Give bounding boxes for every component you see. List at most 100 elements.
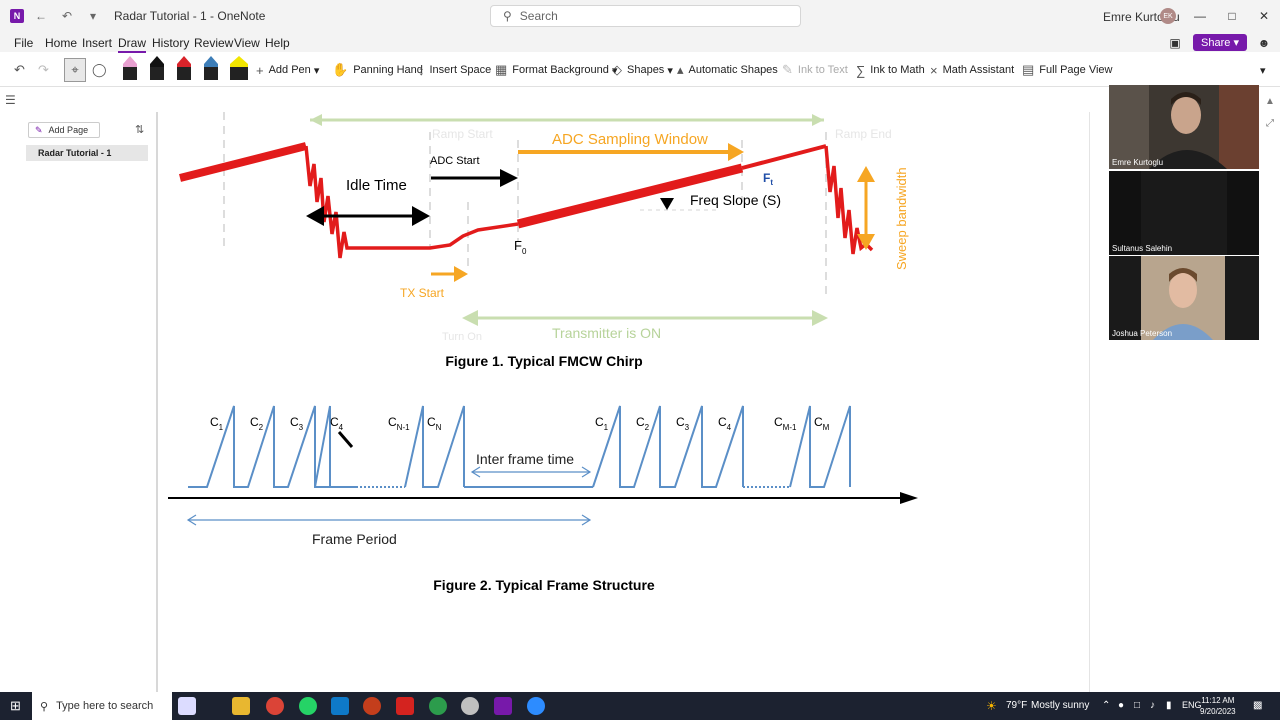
weather-temp[interactable]: 79°F [1006,700,1027,711]
powerpoint-icon[interactable] [363,697,381,715]
pen-pink[interactable] [123,56,137,80]
menu-view[interactable]: View [234,36,260,50]
participant-video[interactable]: Emre Kurtoglu [1109,85,1259,169]
menu-file[interactable]: File [14,36,33,50]
ink-to-math-button[interactable]: ∑ Ink to Math [856,60,925,80]
video-background [1219,85,1259,169]
chirp-label-sub: N [436,423,442,432]
turn-on-label: Turn On [442,331,482,343]
panning-hand-label: Panning Hand [353,64,423,76]
search-input[interactable]: ⚲ Search [490,5,801,27]
maximize-icon[interactable]: □ [1224,8,1240,24]
figures-svg: Ramp Start Ramp End ADC Sampling Window … [168,112,918,593]
redo-button[interactable]: ↷ [38,60,54,80]
lasso-select-button[interactable]: ⌖ [64,58,86,82]
window-title: Radar Tutorial - 1 - OneNote [114,9,266,23]
sort-icon[interactable]: ⇅ [135,123,144,136]
chirp-label: C1 [595,415,609,432]
chirp-label-sub: 2 [259,423,264,432]
cortana-icon[interactable] [178,697,196,715]
insert-space-button[interactable]: ↕ Insert Space [418,60,491,80]
browser-icon[interactable] [429,697,447,715]
pen-blue[interactable] [204,56,218,80]
notifications-icon[interactable]: ▩ [1253,700,1262,711]
whatsapp-icon[interactable] [299,697,317,715]
menu-draw[interactable]: Draw [118,36,147,53]
avatar[interactable]: EK [1160,8,1176,24]
minimize-icon[interactable]: — [1192,8,1208,24]
format-background-label: Format Background [512,64,609,76]
quick-access-dropdown-icon[interactable]: ▾ [84,7,102,25]
chirp-label: C4 [330,415,344,432]
acrobat-icon[interactable] [396,697,414,715]
participant-video[interactable]: Sultanus Salehin [1109,171,1259,255]
menu-review[interactable]: Review [194,36,233,50]
pen-cursor-icon [337,431,354,448]
chirp-label-c: C [676,415,685,429]
format-background-button[interactable]: ▦ Format Background ▾ [495,60,617,80]
chirp-label-sub: 3 [685,423,690,432]
undo-icon[interactable]: ↶ [58,7,76,25]
volume-icon[interactable]: ♪ [1150,700,1155,711]
note-canvas[interactable]: Ramp Start Ramp End ADC Sampling Window … [160,112,1090,692]
taskbar-search-input[interactable]: ⚲ Type here to search [32,692,172,720]
close-icon[interactable]: ✕ [1256,8,1272,24]
page-item[interactable]: Radar Tutorial - 1 [26,145,148,161]
eraser-button[interactable]: ◯ [92,60,112,80]
adc-sampling-window-label: ADC Sampling Window [552,131,708,148]
add-pen-button[interactable]: + Add Pen ▾ [256,60,319,80]
highlighter-yellow[interactable] [230,56,248,80]
onenote-taskbar-icon[interactable] [494,697,512,715]
menu-insert[interactable]: Insert [82,36,112,50]
menu-home[interactable]: Home [45,36,77,50]
navigation-toggle-icon[interactable]: ☰ [5,93,16,107]
ribbon-collapse-icon[interactable]: ▾ [1260,60,1266,80]
clock[interactable]: 11:12 AM 9/20/2023 [1200,695,1236,717]
tray-chevron-icon[interactable]: ⌃ [1102,700,1110,711]
insert-space-icon: ↕ [418,62,425,78]
math-assistant-button[interactable]: × Math Assistant [930,60,1014,80]
back-icon[interactable]: ← [32,7,50,25]
person-face [1171,96,1201,134]
meeting-icon[interactable]: ☻ [1256,35,1272,51]
chirp-label-c: C [427,415,436,429]
pen-body [204,64,218,80]
participant-video[interactable]: Joshua Peterson [1109,256,1259,340]
vscode-icon[interactable] [331,697,349,715]
ribbon-toolbar: ↶ ↷ ⌖ ◯ + Add Pen ▾ ✋ Panning Hand ↕ Insert… [0,53,1280,87]
weather-icon: ☀ [986,699,997,713]
battery-icon[interactable]: ▮ [1166,700,1172,711]
pen-red[interactable] [177,56,191,80]
pen-tip [230,56,248,64]
pen-black[interactable] [150,56,164,80]
microphone-icon[interactable]: ● [1118,700,1124,711]
undo-button[interactable]: ↶ [14,60,30,80]
network-icon[interactable]: □ [1134,700,1140,711]
panning-hand-button[interactable]: ✋ Panning Hand [332,60,423,80]
math-assistant-label: Math Assistant [942,64,1015,76]
settings-icon[interactable] [461,697,479,715]
file-explorer-icon[interactable] [232,697,250,715]
menu-history[interactable]: History [152,36,189,50]
ink-to-text-button[interactable]: ✎ Ink to Text [782,60,848,80]
shapes-icon: ◇ [612,62,622,77]
expand-icon[interactable]: ⤢ [1262,115,1278,131]
weather-text[interactable]: Mostly sunny [1031,700,1089,711]
zoom-icon[interactable] [527,697,545,715]
add-page-button[interactable]: ✎ Add Page [28,122,100,138]
share-button[interactable]: Share ▾ [1193,34,1247,51]
chirp-label: CN [427,415,442,432]
chirp-label-c: C [290,415,299,429]
notebook-icon[interactable]: ▣ [1167,35,1183,51]
scroll-up-icon[interactable]: ▲ [1262,93,1278,109]
language-indicator[interactable]: ENG [1182,700,1202,710]
menu-help[interactable]: Help [265,36,290,50]
automatic-shapes-button[interactable]: ▴ Automatic Shapes [677,60,778,80]
full-page-view-button[interactable]: ▤ Full Page View [1022,60,1112,80]
add-page-icon: ✎ [35,124,43,135]
chrome-icon[interactable] [266,697,284,715]
shapes-button[interactable]: ◇ Shapes ▾ [612,60,673,80]
ink-to-text-label: Ink to Text [797,64,848,76]
windows-start-icon[interactable]: ⊞ [10,698,21,714]
ink-to-math-icon: ∑ [856,62,866,78]
